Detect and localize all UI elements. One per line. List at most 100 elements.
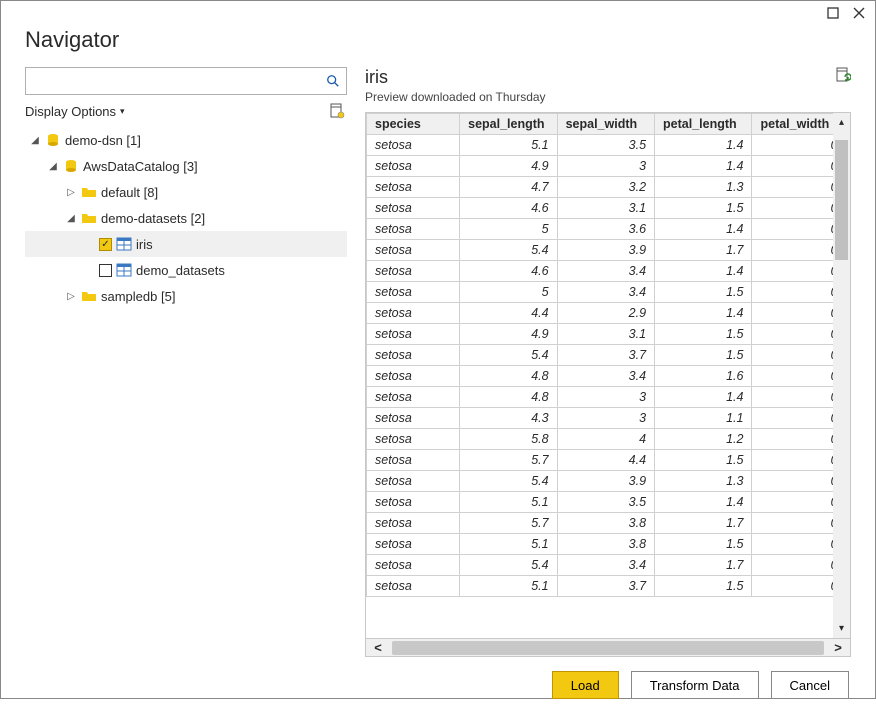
dialog-footer: Load Transform Data Cancel — [1, 657, 875, 713]
tree-label: demo-datasets [2] — [101, 211, 343, 226]
table-row[interactable]: setosa4.73.21.30. — [367, 177, 850, 198]
load-button[interactable]: Load — [552, 671, 619, 699]
display-options-dropdown[interactable]: Display Options ▾ — [25, 104, 125, 119]
table-cell: 1.5 — [655, 450, 752, 471]
checkbox-demo-datasets[interactable] — [99, 264, 112, 277]
table-row[interactable]: setosa4.83.41.60. — [367, 366, 850, 387]
table-row[interactable]: setosa5.13.51.40. — [367, 135, 850, 156]
table-row[interactable]: setosa5.841.20. — [367, 429, 850, 450]
table-row[interactable]: setosa4.931.40. — [367, 156, 850, 177]
scroll-left-icon[interactable]: < — [366, 640, 390, 655]
expand-collapsed-icon[interactable]: ▷ — [65, 187, 77, 198]
table-row[interactable]: setosa53.41.50. — [367, 282, 850, 303]
tree-node-demo-datasets[interactable]: ◢ demo-datasets [2] — [25, 205, 347, 231]
table-row[interactable]: setosa4.831.40. — [367, 387, 850, 408]
table-row[interactable]: setosa5.43.71.50. — [367, 345, 850, 366]
transform-data-button[interactable]: Transform Data — [631, 671, 759, 699]
column-header[interactable]: sepal_length — [460, 114, 557, 135]
table-cell: 3.4 — [557, 555, 654, 576]
table-cell: setosa — [367, 219, 460, 240]
table-cell: 1.5 — [655, 282, 752, 303]
tree-node-sampledb[interactable]: ▷ sampledb [5] — [25, 283, 347, 309]
table-cell: 1.5 — [655, 345, 752, 366]
table-cell: 1.7 — [655, 555, 752, 576]
table-cell: 1.4 — [655, 135, 752, 156]
table-cell: 1.2 — [655, 429, 752, 450]
column-header[interactable]: petal_length — [655, 114, 752, 135]
table-row[interactable]: setosa53.61.40. — [367, 219, 850, 240]
table-cell: setosa — [367, 387, 460, 408]
column-header[interactable]: sepal_width — [557, 114, 654, 135]
search-box[interactable] — [25, 67, 347, 95]
horizontal-scrollbar[interactable]: < > — [366, 638, 850, 656]
table-cell: setosa — [367, 261, 460, 282]
table-cell: 3.4 — [557, 261, 654, 282]
refresh-preview-icon[interactable] — [835, 67, 851, 83]
cancel-button[interactable]: Cancel — [771, 671, 849, 699]
table-row[interactable]: setosa5.13.71.50. — [367, 576, 850, 597]
display-options-label: Display Options — [25, 104, 116, 119]
table-cell: 1.4 — [655, 303, 752, 324]
table-cell: setosa — [367, 156, 460, 177]
table-cell: setosa — [367, 366, 460, 387]
search-input[interactable] — [32, 74, 326, 89]
scroll-right-icon[interactable]: > — [826, 640, 850, 655]
folder-icon — [81, 184, 97, 200]
tree-node-demo-datasets-table[interactable]: demo_datasets — [25, 257, 347, 283]
tree-label: demo-dsn [1] — [65, 133, 343, 148]
table-row[interactable]: setosa5.73.81.70. — [367, 513, 850, 534]
tree-node-aws-catalog[interactable]: ◢ AwsDataCatalog [3] — [25, 153, 347, 179]
expand-icon[interactable]: ◢ — [65, 213, 77, 224]
expand-icon[interactable]: ◢ — [29, 135, 41, 146]
table-row[interactable]: setosa4.63.41.40. — [367, 261, 850, 282]
refresh-page-icon[interactable] — [329, 103, 345, 119]
table-cell: setosa — [367, 471, 460, 492]
table-cell: setosa — [367, 345, 460, 366]
tree-node-demo-dsn[interactable]: ◢ demo-dsn [1] — [25, 127, 347, 153]
table-cell: 1.5 — [655, 324, 752, 345]
table-cell: 1.7 — [655, 513, 752, 534]
tree-node-default[interactable]: ▷ default [8] — [25, 179, 347, 205]
table-cell: 5.4 — [460, 555, 557, 576]
table-row[interactable]: setosa5.43.91.30. — [367, 471, 850, 492]
table-row[interactable]: setosa4.331.10. — [367, 408, 850, 429]
table-cell: 4.6 — [460, 261, 557, 282]
close-icon[interactable] — [853, 7, 865, 19]
table-cell: 3.9 — [557, 240, 654, 261]
search-icon[interactable] — [326, 74, 340, 88]
scroll-down-icon[interactable]: ▾ — [833, 619, 850, 638]
scroll-up-icon[interactable]: ▴ — [833, 113, 850, 132]
scroll-track[interactable] — [392, 641, 824, 655]
table-row[interactable]: setosa5.74.41.50. — [367, 450, 850, 471]
table-row[interactable]: setosa5.13.51.40. — [367, 492, 850, 513]
table-cell: 4.9 — [460, 156, 557, 177]
table-icon — [116, 236, 132, 252]
preview-panel: iris Preview downloaded on Thursday spec… — [365, 67, 851, 657]
navigation-tree: ◢ demo-dsn [1] ◢ AwsDataCatalog [3] ▷ de… — [25, 127, 347, 657]
table-row[interactable]: setosa4.63.11.50. — [367, 198, 850, 219]
table-cell: 4 — [557, 429, 654, 450]
table-row[interactable]: setosa4.93.11.50. — [367, 324, 850, 345]
expand-collapsed-icon[interactable]: ▷ — [65, 291, 77, 302]
table-row[interactable]: setosa5.43.91.70. — [367, 240, 850, 261]
vertical-scrollbar[interactable]: ▴ ▾ — [833, 113, 850, 638]
table-row[interactable]: setosa4.42.91.40. — [367, 303, 850, 324]
table-row[interactable]: setosa5.43.41.70. — [367, 555, 850, 576]
table-row[interactable]: setosa5.13.81.50. — [367, 534, 850, 555]
maximize-icon[interactable] — [827, 7, 839, 19]
column-header[interactable]: species — [367, 114, 460, 135]
table-cell: 3.7 — [557, 576, 654, 597]
expand-icon[interactable]: ◢ — [47, 161, 59, 172]
table-cell: 4.7 — [460, 177, 557, 198]
scroll-thumb[interactable] — [835, 140, 848, 260]
table-cell: setosa — [367, 513, 460, 534]
database-icon — [45, 132, 61, 148]
chevron-down-icon: ▾ — [120, 106, 125, 117]
checkbox-iris[interactable]: ✓ — [99, 238, 112, 251]
table-cell: 5.1 — [460, 576, 557, 597]
tree-node-iris[interactable]: ✓ iris — [25, 231, 347, 257]
table-cell: setosa — [367, 576, 460, 597]
table-cell: 1.5 — [655, 534, 752, 555]
table-cell: 4.9 — [460, 324, 557, 345]
database-icon — [63, 158, 79, 174]
